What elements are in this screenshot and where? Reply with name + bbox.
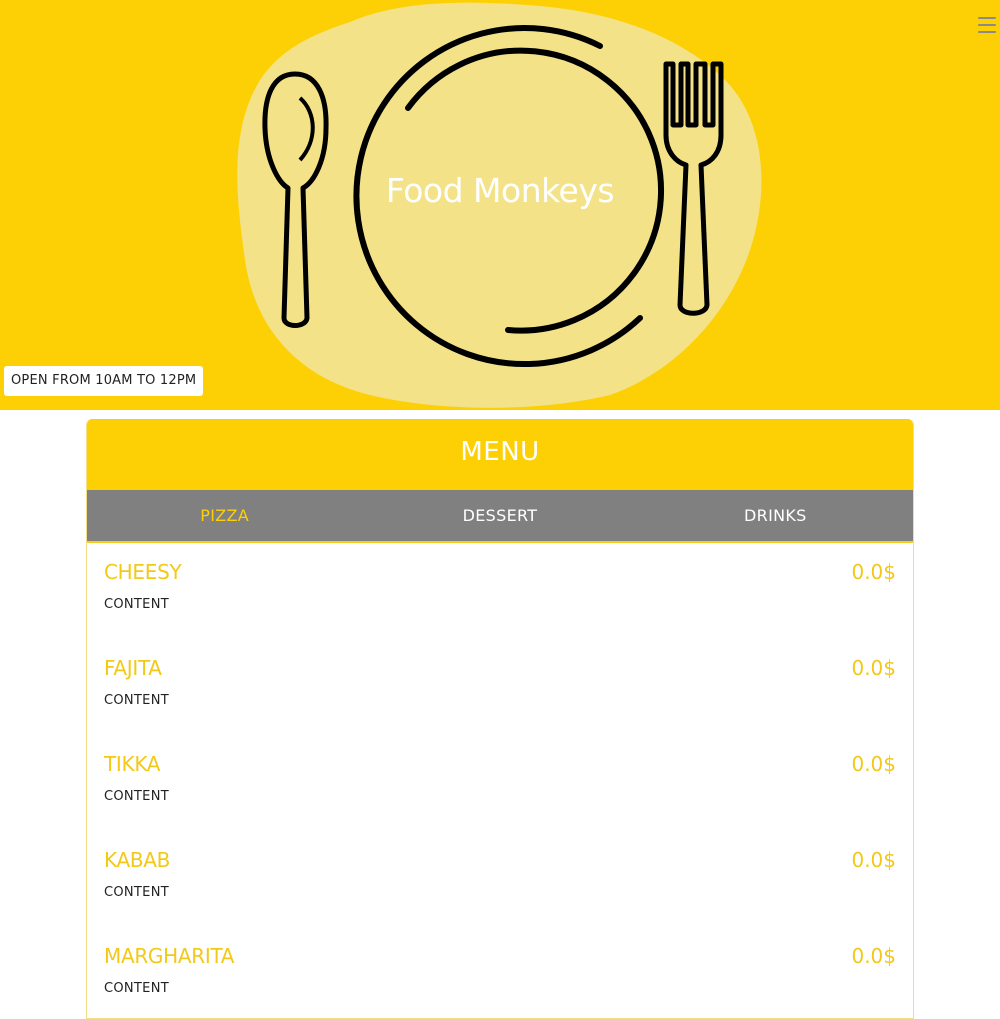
hamburger-menu-icon[interactable] xyxy=(978,16,996,34)
menu-item-name: KABAB xyxy=(104,848,171,872)
menu-item-price: 0.0$ xyxy=(851,848,896,872)
hero-banner: Food Monkeys OPEN FROM 10AM TO 12PM xyxy=(0,0,1000,410)
menu-item-name: CHEESY xyxy=(104,560,182,584)
menu-item[interactable]: CHEESY 0.0$ CONTENT xyxy=(104,543,896,639)
menu-item-description: CONTENT xyxy=(104,789,169,804)
tab-pizza[interactable]: PIZZA xyxy=(87,490,362,541)
menu-item-name: MARGHARITA xyxy=(104,944,235,968)
menu-item-price: 0.0$ xyxy=(851,560,896,584)
menu-item-price: 0.0$ xyxy=(851,944,896,968)
menu-item-name: TIKKA xyxy=(104,752,161,776)
tab-drinks[interactable]: DRINKS xyxy=(638,490,913,541)
tab-dessert[interactable]: DESSERT xyxy=(362,490,637,541)
hamburger-line xyxy=(978,17,996,19)
menu-item-description: CONTENT xyxy=(104,981,169,996)
menu-item-price: 0.0$ xyxy=(851,752,896,776)
menu-item-description: CONTENT xyxy=(104,885,169,900)
menu-category-tabs: PIZZA DESSERT DRINKS xyxy=(87,490,913,543)
menu-item-list: CHEESY 0.0$ CONTENT FAJITA 0.0$ CONTENT … xyxy=(87,543,913,1018)
menu-item[interactable]: KABAB 0.0$ CONTENT xyxy=(104,831,896,927)
menu-item-price: 0.0$ xyxy=(851,656,896,680)
menu-item-description: CONTENT xyxy=(104,597,169,612)
hamburger-line xyxy=(978,24,996,26)
menu-item[interactable]: FAJITA 0.0$ CONTENT xyxy=(104,639,896,735)
brand-title: Food Monkeys xyxy=(385,171,615,210)
menu-item[interactable]: MARGHARITA 0.0$ CONTENT xyxy=(104,927,896,1018)
menu-item-description: CONTENT xyxy=(104,693,169,708)
opening-hours-badge: OPEN FROM 10AM TO 12PM xyxy=(4,366,204,396)
hamburger-line xyxy=(978,31,996,33)
menu-title: MENU xyxy=(87,419,913,490)
menu-card: MENU PIZZA DESSERT DRINKS CHEESY 0.0$ CO… xyxy=(86,419,914,1019)
menu-item-name: FAJITA xyxy=(104,656,162,680)
menu-item[interactable]: TIKKA 0.0$ CONTENT xyxy=(104,735,896,831)
